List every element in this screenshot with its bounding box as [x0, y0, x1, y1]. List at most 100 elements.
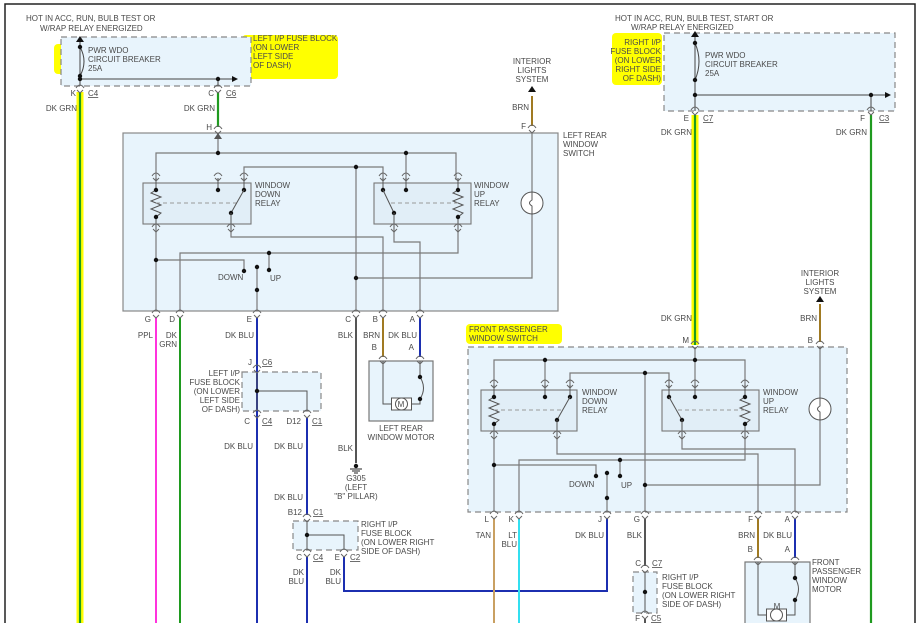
left-fuse-block-label: OF DASH): [253, 61, 292, 70]
junction-dot: [642, 482, 648, 488]
junction-dot: [353, 275, 359, 281]
switch-position-label: UP: [621, 481, 632, 490]
motor-symbol-label: M: [398, 400, 405, 409]
pin-label: C: [244, 417, 250, 426]
wire-color-label: BLU: [501, 540, 517, 549]
right-fuse-block-label: (ON LOWER RIGHT: [662, 591, 735, 600]
junction-dot: [215, 150, 221, 156]
connector-icon: [213, 125, 223, 130]
right-fuse-block-label: RIGHT I/P: [624, 38, 661, 47]
junction-dot: [254, 287, 260, 293]
junction-dot: [153, 214, 159, 220]
wire-color-label: BLK: [338, 444, 354, 453]
relay-label: DOWN: [255, 190, 281, 199]
connector-label: C4: [313, 553, 324, 562]
left-hot-note: W/RAP RELAY ENERGIZED: [40, 24, 143, 33]
wire-color-label: BRN: [738, 531, 755, 540]
wire-color-label: DK GRN: [184, 104, 215, 113]
junction-dot: [642, 370, 648, 376]
connector-icon: [641, 615, 649, 620]
junction-dot: [77, 76, 83, 82]
interior-lights-label: SYSTEM: [804, 287, 837, 296]
wire-color-label: DK BLU: [224, 442, 253, 451]
relay-label: DOWN: [582, 397, 608, 406]
right-fuse-block-label: RIGHT SIDE: [615, 65, 661, 74]
junction-dot: [604, 470, 610, 476]
junction-dot: [868, 92, 874, 98]
front-passenger-motor-title: MOTOR: [812, 585, 842, 594]
junction-dot: [153, 187, 159, 193]
interior-lights-label: INTERIOR: [801, 269, 839, 278]
interior-lights-label: SYSTEM: [516, 75, 549, 84]
wire-color-label: DK BLU: [274, 493, 303, 502]
wire-color-label: DK GRN: [661, 314, 692, 323]
front-passenger-motor-title: PASSENGER: [812, 567, 861, 576]
connector-icon: [303, 414, 311, 419]
junction-dot: [455, 214, 461, 220]
left-fuse-block-label: (ON LOWER: [253, 43, 299, 52]
connector-label: C7: [652, 559, 663, 568]
interior-lights-label: LIGHTS: [518, 66, 547, 75]
connector-icon: [214, 89, 222, 94]
left-fuse-block-label: LEFT I/P FUSE BLOCK: [253, 34, 338, 43]
motor-symbol-label: M: [774, 602, 781, 611]
connector-label: C2: [350, 553, 361, 562]
junction-dot: [642, 589, 648, 595]
junction-dot: [403, 150, 409, 156]
left-rear-switch-title: WINDOW: [563, 140, 599, 149]
right-fuse-block-label: FUSE BLOCK: [610, 47, 661, 56]
connector-icon: [303, 553, 311, 558]
wire-color-label: DK GRN: [836, 128, 867, 137]
junction-dot: [692, 394, 698, 400]
left-fuse-block-label: FUSE BLOCK: [189, 378, 240, 387]
arrow-up-icon: [528, 86, 536, 92]
junction-dot: [153, 257, 159, 263]
connector-icon: [253, 314, 261, 319]
right-fuse-block-label: (ON LOWER: [615, 56, 661, 65]
pin-label: F: [860, 114, 865, 123]
pin-label: B12: [288, 508, 303, 517]
relay-label: WINDOW: [474, 181, 510, 190]
pin-label: C: [208, 89, 214, 98]
junction-dot: [215, 187, 221, 193]
pin-label: K: [71, 89, 77, 98]
connector-label: C1: [313, 508, 324, 517]
wire-color-label: DK: [293, 568, 305, 577]
connector-icon: [691, 111, 699, 116]
connector-icon: [352, 314, 360, 319]
connector-label: C5: [651, 614, 662, 623]
left-hot-note: HOT IN ACC, RUN, BULB TEST OR: [26, 14, 156, 23]
junction-dot: [792, 597, 798, 603]
left-breaker-label: 25A: [88, 64, 103, 73]
pin-label: C: [635, 559, 641, 568]
ground-id: G305: [346, 474, 366, 483]
wire-color-label: BLU: [325, 577, 341, 586]
right-fuse-block-label: SIDE OF DASH): [361, 547, 420, 556]
junction-dot: [692, 357, 698, 363]
wire-color-label: BLU: [288, 577, 304, 586]
junction-dot: [417, 374, 423, 380]
front-passenger-switch-title: WINDOW SWITCH: [469, 334, 538, 343]
right-breaker-label: PWR WDO: [705, 51, 745, 60]
right-fuse-block-label: RIGHT I/P: [361, 520, 398, 529]
pin-label: E: [247, 315, 252, 324]
wire-color-label: DK: [330, 568, 342, 577]
connector-icon: [340, 553, 348, 558]
pin-label: M: [682, 336, 689, 345]
relay-label: RELAY: [763, 406, 789, 415]
connector-icon: [640, 564, 650, 569]
pin-label: B: [372, 343, 377, 352]
pin-label: L: [485, 515, 490, 524]
ground-location: "B" PILLAR): [334, 492, 378, 501]
relay-label: WINDOW: [582, 388, 618, 397]
relay-label: UP: [474, 190, 485, 199]
junction-dot: [742, 394, 748, 400]
left-rear-switch-title: SWITCH: [563, 149, 595, 158]
wire-color-label: DK: [166, 331, 178, 340]
pin-label: F: [521, 122, 526, 131]
pin-label: D12: [286, 417, 301, 426]
connector-icon: [176, 314, 184, 319]
junction-dot: [353, 164, 359, 170]
wire-color-label: BRN: [512, 103, 529, 112]
pin-label: K: [509, 515, 515, 524]
